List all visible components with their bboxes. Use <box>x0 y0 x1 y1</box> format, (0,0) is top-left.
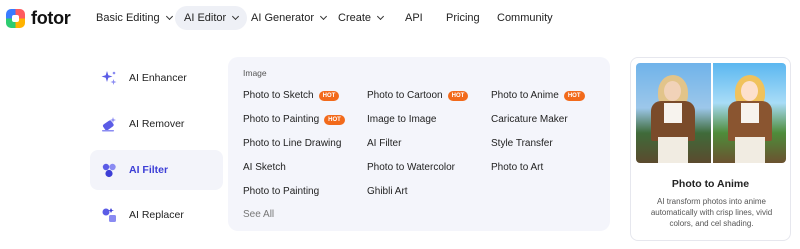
link-label: Caricature Maker <box>491 114 568 125</box>
hot-badge: HOT <box>318 90 340 101</box>
card-description: AI transform photos into anime automatic… <box>650 197 773 228</box>
nav-basic-editing-label: Basic Editing <box>96 12 160 24</box>
replace-shapes-icon <box>100 206 118 224</box>
nav-api[interactable]: API <box>405 6 423 30</box>
link-label: Photo to Line Drawing <box>243 138 342 149</box>
link-label: AI Sketch <box>243 162 286 173</box>
link-label: Photo to Watercolor <box>367 162 456 173</box>
nav-ai-generator-label: AI Generator <box>251 12 314 24</box>
link-label: AI Filter <box>367 138 402 149</box>
link-photo-to-painting-2[interactable]: Photo to Painting <box>243 186 319 197</box>
left-menu-ai-replacer[interactable]: AI Replacer <box>90 195 223 235</box>
link-image-to-image[interactable]: Image to Image <box>367 114 436 125</box>
link-ai-filter[interactable]: AI Filter <box>367 138 401 149</box>
chevron-down-icon <box>232 12 240 21</box>
link-photo-to-art[interactable]: Photo to Art <box>491 162 543 173</box>
link-label: Photo to Anime <box>491 90 559 101</box>
left-menu-label: AI Filter <box>129 164 169 176</box>
sparkle-enhance-icon <box>100 69 118 87</box>
nav-ai-generator[interactable]: AI Generator <box>251 6 328 30</box>
nav-pricing-label: Pricing <box>446 12 480 24</box>
chevron-down-icon <box>165 12 173 21</box>
before-after-preview-image <box>636 63 786 163</box>
nav-basic-editing[interactable]: Basic Editing <box>96 6 173 30</box>
link-photo-to-line-drawing[interactable]: Photo to Line Drawing <box>243 138 341 149</box>
fotor-logo[interactable]: fotor <box>6 8 71 29</box>
link-label: Photo to Cartoon <box>367 90 443 101</box>
anime-result-image <box>711 63 786 163</box>
nav-create[interactable]: Create <box>338 6 385 30</box>
left-menu-ai-enhancer[interactable]: AI Enhancer <box>90 58 223 98</box>
chevron-down-icon <box>319 12 328 21</box>
link-caricature-maker[interactable]: Caricature Maker <box>491 114 568 125</box>
left-menu-label: AI Replacer <box>129 209 184 221</box>
eraser-sparkle-icon <box>100 115 118 133</box>
link-photo-to-anime[interactable]: Photo to Anime HOT <box>491 90 585 101</box>
nav-ai-editor[interactable]: AI Editor <box>175 6 248 30</box>
ai-filter-submenu-panel: Image Photo to Sketch HOT Photo to Paint… <box>228 57 610 231</box>
link-label: Photo to Painting <box>243 186 320 197</box>
nav-api-label: API <box>405 12 423 24</box>
filter-circles-icon <box>100 161 118 179</box>
link-label: Style Transfer <box>491 138 553 149</box>
left-menu-label: AI Enhancer <box>129 72 187 84</box>
link-label: Photo to Sketch <box>243 90 314 101</box>
link-label: Ghibli Art <box>367 186 408 197</box>
link-photo-to-watercolor[interactable]: Photo to Watercolor <box>367 162 455 173</box>
nav-create-label: Create <box>338 12 372 24</box>
link-style-transfer[interactable]: Style Transfer <box>491 138 553 149</box>
feature-preview-card[interactable]: Photo to Anime AI transform photos into … <box>630 57 791 241</box>
nav-community-label: Community <box>497 12 553 24</box>
fotor-logo-icon <box>6 9 25 28</box>
left-menu-ai-remover[interactable]: AI Remover <box>90 104 223 144</box>
nav-community[interactable]: Community <box>497 6 553 30</box>
link-photo-to-sketch[interactable]: Photo to Sketch HOT <box>243 90 340 101</box>
original-photo-image <box>636 63 711 163</box>
brand-name: fotor <box>31 8 71 28</box>
card-title: Photo to Anime <box>671 178 750 190</box>
top-nav: fotor Basic Editing AI Editor AI Generat… <box>0 0 800 36</box>
hot-badge: HOT <box>563 90 585 101</box>
link-label: Image to Image <box>367 114 437 125</box>
chevron-down-icon <box>376 12 385 21</box>
left-menu-ai-filter[interactable]: AI Filter <box>90 150 223 190</box>
panel-heading: Image <box>243 68 267 78</box>
nav-pricing[interactable]: Pricing <box>446 6 480 30</box>
link-photo-to-cartoon[interactable]: Photo to Cartoon HOT <box>367 90 469 101</box>
link-ai-sketch[interactable]: AI Sketch <box>243 162 286 173</box>
see-all-link[interactable]: See All <box>243 209 274 220</box>
link-label: Photo to Painting <box>243 114 320 125</box>
link-photo-to-painting[interactable]: Photo to Painting HOT <box>243 114 345 125</box>
left-menu-label: AI Remover <box>129 118 185 130</box>
hot-badge: HOT <box>447 90 469 101</box>
link-ghibli-art[interactable]: Ghibli Art <box>367 186 408 197</box>
hot-badge: HOT <box>324 114 345 125</box>
nav-ai-editor-label: AI Editor <box>184 12 227 24</box>
link-label: Photo to Art <box>491 162 544 173</box>
